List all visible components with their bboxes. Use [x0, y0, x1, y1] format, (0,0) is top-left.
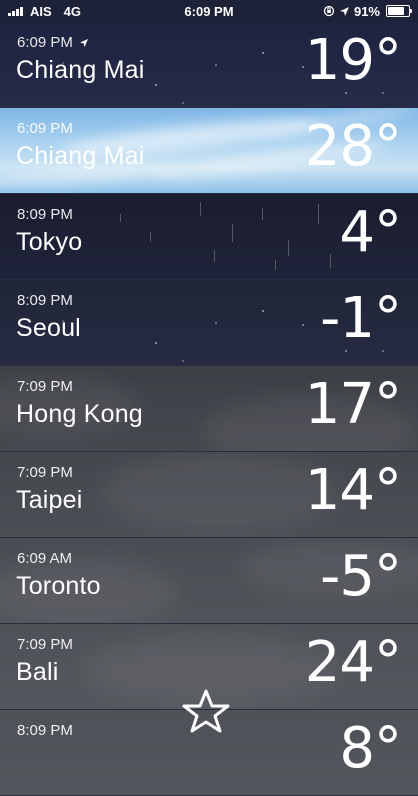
city-row[interactable]: 6:09 PM Chiang Mai 19° [0, 22, 418, 108]
local-time: 6:09 PM [17, 120, 73, 137]
status-left: AIS 4G [0, 4, 81, 19]
local-time: 8:09 PM [17, 206, 73, 223]
city-name: Chiang Mai [16, 142, 145, 170]
battery-percent: 91% [353, 3, 380, 19]
local-time: 7:09 PM [17, 636, 73, 653]
city-row[interactable]: 7:09 PM Taipei 14° [0, 452, 418, 538]
carrier-label: AIS [30, 3, 52, 19]
local-time: 8:09 PM [17, 292, 73, 309]
temperature: 19° [304, 28, 402, 93]
city-name: Bali [16, 658, 59, 686]
city-row[interactable]: 8:09 PM Tokyo 4° [0, 194, 418, 280]
location-arrow-icon [340, 6, 349, 16]
city-row[interactable]: 7:09 PM Hong Kong 17° [0, 366, 418, 452]
location-arrow-icon [79, 38, 88, 47]
status-right: 91% [323, 4, 418, 19]
battery-icon [386, 5, 412, 17]
temperature: 4° [339, 200, 402, 265]
local-time: 7:09 PM [17, 378, 73, 395]
local-time: 6:09 PM [17, 34, 89, 51]
signal-strength-icon [8, 6, 23, 16]
status-time: 6:09 PM [184, 3, 234, 19]
city-name: Tokyo [16, 228, 83, 256]
city-name: Seoul [16, 314, 81, 342]
temperature: -1° [320, 286, 402, 351]
temperature: 24° [304, 630, 402, 695]
local-time: 6:09 AM [17, 550, 73, 567]
city-name: Toronto [16, 572, 101, 600]
city-row[interactable]: 6:09 PM Chiang Mai 28° [0, 108, 418, 194]
temperature: 14° [304, 458, 402, 523]
city-row[interactable]: 6:09 AM Toronto -5° [0, 538, 418, 624]
city-list: 6:09 PM Chiang Mai 19° 6:09 PM Chiang Ma… [0, 22, 418, 796]
local-time: 8:09 PM [17, 722, 73, 739]
city-name: Hong Kong [16, 400, 143, 428]
city-row[interactable]: 8:09 PM Seoul -1° [0, 280, 418, 366]
temperature: 28° [304, 114, 402, 179]
orientation-lock-icon [323, 5, 335, 17]
network-label: 4G [63, 3, 82, 19]
status-bar: AIS 4G 6:09 PM 91% [0, 0, 418, 22]
temperature: -5° [320, 544, 402, 609]
local-time: 7:09 PM [17, 464, 73, 481]
favorite-button[interactable] [180, 688, 232, 744]
city-name: Taipei [16, 486, 83, 514]
temperature: 17° [304, 372, 402, 437]
temperature: 8° [339, 716, 402, 781]
star-icon [182, 689, 230, 733]
city-name: Chiang Mai [16, 56, 145, 84]
